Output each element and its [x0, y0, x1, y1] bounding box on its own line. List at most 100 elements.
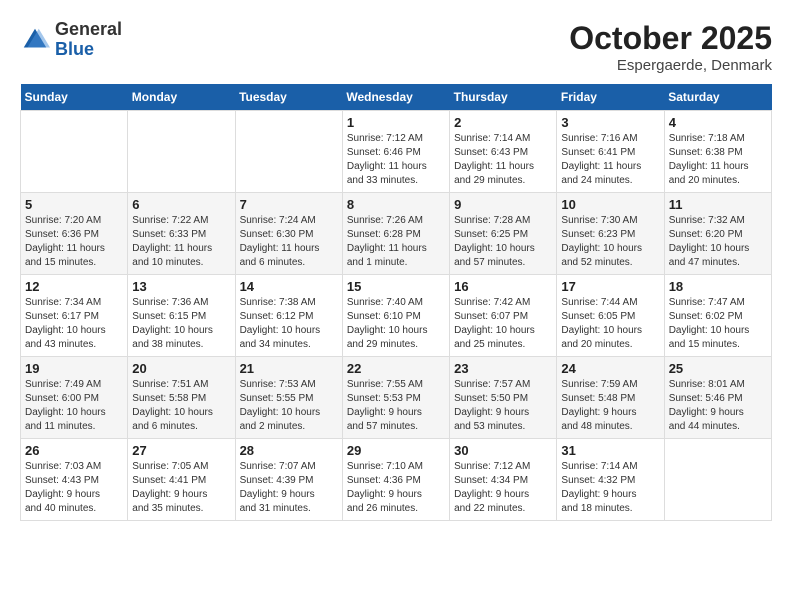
day-number: 6	[132, 197, 230, 212]
day-info: Sunrise: 7:49 AMSunset: 6:00 PMDaylight:…	[25, 378, 123, 434]
day-info: Sunrise: 8:01 AMSunset: 5:46 PMDaylight:…	[669, 378, 767, 434]
calendar-cell: 15Sunrise: 7:40 AMSunset: 6:10 PMDayligh…	[342, 275, 449, 357]
day-info: Sunrise: 7:42 AMSunset: 6:07 PMDaylight:…	[454, 296, 552, 352]
calendar-table: SundayMondayTuesdayWednesdayThursdayFrid…	[20, 84, 772, 521]
day-info: Sunrise: 7:32 AMSunset: 6:20 PMDaylight:…	[669, 214, 767, 270]
calendar-cell: 1 Sunrise: 7:12 AMSunset: 6:46 PMDaylight…	[342, 111, 449, 193]
day-info: Sunrise: 7:51 AMSunset: 5:58 PMDaylight:…	[132, 378, 230, 434]
day-number: 10	[561, 197, 659, 212]
calendar-cell	[128, 111, 235, 193]
calendar-week-2: 5Sunrise: 7:20 AMSunset: 6:36 PMDaylight…	[21, 193, 772, 275]
calendar-cell	[664, 439, 771, 521]
calendar-week-3: 12 Sunrise: 7:34 AMSunset: 6:17 PMDayligh…	[21, 275, 772, 357]
day-info: Sunrise: 7:03 AMSunset: 4:43 PMDaylight:…	[25, 460, 123, 516]
day-number: 28	[240, 443, 338, 458]
day-number: 18	[669, 279, 767, 294]
day-info: Sunrise: 7:47 AMSunset: 6:02 PMDaylight:…	[669, 296, 767, 352]
title-block: October 2025 Espergaerde, Denmark	[569, 20, 772, 74]
day-info: Sunrise: 7:22 AMSunset: 6:33 PMDaylight:…	[132, 214, 230, 270]
calendar-cell: 26 Sunrise: 7:03 AMSunset: 4:43 PMDayligh…	[21, 439, 128, 521]
day-info: Sunrise: 7:05 AMSunset: 4:41 PMDaylight:…	[132, 460, 230, 516]
day-number: 26	[25, 443, 123, 458]
day-info: Sunrise: 7:10 AMSunset: 4:36 PMDaylight:…	[347, 460, 445, 516]
day-number: 24	[561, 361, 659, 376]
day-number: 25	[669, 361, 767, 376]
day-info: Sunrise: 7:07 AMSunset: 4:39 PMDaylight:…	[240, 460, 338, 516]
day-number: 3	[561, 115, 659, 130]
calendar-cell	[235, 111, 342, 193]
day-info: Sunrise: 7:16 AMSunset: 6:41 PMDaylight:…	[561, 132, 659, 188]
day-number: 7	[240, 197, 338, 212]
calendar-cell	[21, 111, 128, 193]
day-number: 1	[347, 115, 445, 130]
day-number: 11	[669, 197, 767, 212]
calendar-cell: 9 Sunrise: 7:28 AMSunset: 6:25 PMDaylight…	[450, 193, 557, 275]
day-info: Sunrise: 7:12 AMSunset: 4:34 PMDaylight:…	[454, 460, 552, 516]
calendar-cell: 16 Sunrise: 7:42 AMSunset: 6:07 PMDayligh…	[450, 275, 557, 357]
calendar-cell: 20 Sunrise: 7:51 AMSunset: 5:58 PMDayligh…	[128, 357, 235, 439]
calendar-week-4: 19 Sunrise: 7:49 AMSunset: 6:00 PMDayligh…	[21, 357, 772, 439]
day-number: 30	[454, 443, 552, 458]
day-info: Sunrise: 7:14 AMSunset: 4:32 PMDaylight:…	[561, 460, 659, 516]
calendar-cell: 14Sunrise: 7:38 AMSunset: 6:12 PMDayligh…	[235, 275, 342, 357]
day-number: 31	[561, 443, 659, 458]
day-number: 8	[347, 197, 445, 212]
day-info: Sunrise: 7:59 AMSunset: 5:48 PMDaylight:…	[561, 378, 659, 434]
logo-icon	[20, 25, 50, 55]
day-number: 12	[25, 279, 123, 294]
day-info: Sunrise: 7:28 AMSunset: 6:25 PMDaylight:…	[454, 214, 552, 270]
calendar-cell: 10Sunrise: 7:30 AMSunset: 6:23 PMDayligh…	[557, 193, 664, 275]
calendar-week-1: 1 Sunrise: 7:12 AMSunset: 6:46 PMDaylight…	[21, 111, 772, 193]
day-info: Sunrise: 7:55 AMSunset: 5:53 PMDaylight:…	[347, 378, 445, 434]
day-info: Sunrise: 7:24 AMSunset: 6:30 PMDaylight:…	[240, 214, 338, 270]
day-info: Sunrise: 7:34 AMSunset: 6:17 PMDaylight:…	[25, 296, 123, 352]
day-number: 29	[347, 443, 445, 458]
day-number: 13	[132, 279, 230, 294]
day-number: 20	[132, 361, 230, 376]
day-info: Sunrise: 7:14 AMSunset: 6:43 PMDaylight:…	[454, 132, 552, 188]
logo-blue: Blue	[55, 40, 122, 60]
month-title: October 2025	[569, 20, 772, 57]
calendar-cell: 3 Sunrise: 7:16 AMSunset: 6:41 PMDaylight…	[557, 111, 664, 193]
weekday-header-monday: Monday	[128, 84, 235, 111]
location: Espergaerde, Denmark	[569, 57, 772, 74]
calendar-cell: 30 Sunrise: 7:12 AMSunset: 4:34 PMDayligh…	[450, 439, 557, 521]
weekday-header-tuesday: Tuesday	[235, 84, 342, 111]
day-number: 27	[132, 443, 230, 458]
calendar-cell: 27 Sunrise: 7:05 AMSunset: 4:41 PMDayligh…	[128, 439, 235, 521]
calendar-cell: 24 Sunrise: 7:59 AMSunset: 5:48 PMDayligh…	[557, 357, 664, 439]
calendar-cell: 7 Sunrise: 7:24 AMSunset: 6:30 PMDaylight…	[235, 193, 342, 275]
weekday-header-friday: Friday	[557, 84, 664, 111]
day-number: 2	[454, 115, 552, 130]
day-number: 16	[454, 279, 552, 294]
calendar-cell: 28 Sunrise: 7:07 AMSunset: 4:39 PMDayligh…	[235, 439, 342, 521]
day-info: Sunrise: 7:26 AMSunset: 6:28 PMDaylight:…	[347, 214, 445, 270]
day-number: 17	[561, 279, 659, 294]
calendar-cell: 23Sunrise: 7:57 AMSunset: 5:50 PMDayligh…	[450, 357, 557, 439]
calendar-cell: 11 Sunrise: 7:32 AMSunset: 6:20 PMDayligh…	[664, 193, 771, 275]
day-number: 23	[454, 361, 552, 376]
logo: General Blue	[20, 20, 122, 60]
calendar-cell: 5Sunrise: 7:20 AMSunset: 6:36 PMDaylight…	[21, 193, 128, 275]
day-info: Sunrise: 7:18 AMSunset: 6:38 PMDaylight:…	[669, 132, 767, 188]
day-number: 9	[454, 197, 552, 212]
calendar-cell: 17Sunrise: 7:44 AMSunset: 6:05 PMDayligh…	[557, 275, 664, 357]
weekday-header-thursday: Thursday	[450, 84, 557, 111]
day-number: 4	[669, 115, 767, 130]
logo-text: General Blue	[55, 20, 122, 60]
day-number: 5	[25, 197, 123, 212]
day-info: Sunrise: 7:38 AMSunset: 6:12 PMDaylight:…	[240, 296, 338, 352]
day-info: Sunrise: 7:36 AMSunset: 6:15 PMDaylight:…	[132, 296, 230, 352]
weekday-header-row: SundayMondayTuesdayWednesdayThursdayFrid…	[21, 84, 772, 111]
day-number: 19	[25, 361, 123, 376]
calendar-cell: 6 Sunrise: 7:22 AMSunset: 6:33 PMDaylight…	[128, 193, 235, 275]
weekday-header-saturday: Saturday	[664, 84, 771, 111]
day-info: Sunrise: 7:12 AMSunset: 6:46 PMDaylight:…	[347, 132, 445, 188]
calendar-cell: 13 Sunrise: 7:36 AMSunset: 6:15 PMDayligh…	[128, 275, 235, 357]
weekday-header-sunday: Sunday	[21, 84, 128, 111]
day-number: 21	[240, 361, 338, 376]
calendar-cell: 18 Sunrise: 7:47 AMSunset: 6:02 PMDayligh…	[664, 275, 771, 357]
logo-general: General	[55, 20, 122, 40]
calendar-cell: 29 Sunrise: 7:10 AMSunset: 4:36 PMDayligh…	[342, 439, 449, 521]
calendar-cell: 12 Sunrise: 7:34 AMSunset: 6:17 PMDayligh…	[21, 275, 128, 357]
